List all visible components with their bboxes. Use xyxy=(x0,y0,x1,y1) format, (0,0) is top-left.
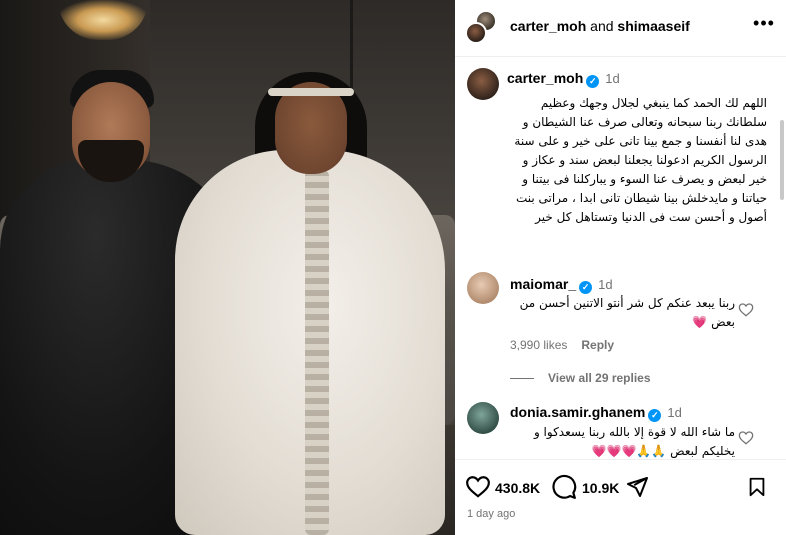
comment-username[interactable]: maiomar_ xyxy=(510,276,576,292)
comments-scrollbar[interactable] xyxy=(780,120,784,200)
comments-list[interactable]: carter_moh ✓ 1d اللهم لك الحمد كما ينبغي ل… xyxy=(455,58,786,459)
comment-meta: 3,990 likes Reply xyxy=(510,338,614,352)
likes-count[interactable]: 430.8K xyxy=(495,480,540,496)
replies-line xyxy=(510,378,534,380)
save-bookmark-icon[interactable] xyxy=(746,474,768,500)
comment-author: maiomar_ ✓ 1d xyxy=(510,276,613,294)
photo-dress-trim xyxy=(305,170,329,535)
comment-likes[interactable]: 3,990 likes xyxy=(510,338,567,352)
comment-username[interactable]: donia.samir.ghanem xyxy=(510,404,645,420)
share-paper-plane-icon[interactable] xyxy=(625,474,649,500)
post-side-panel: carter_moh and shimaaseif ••• carter_moh… xyxy=(455,0,786,535)
comment-bubble-icon[interactable] xyxy=(551,474,577,500)
collab-avatars[interactable] xyxy=(465,10,497,44)
comment-text: ما شاء الله لا قوة إلا بالله ربنا يسعدكو… xyxy=(533,425,735,458)
avatar[interactable] xyxy=(467,402,499,434)
reply-button[interactable]: Reply xyxy=(581,338,614,352)
author-link[interactable]: shimaaseif xyxy=(617,18,689,34)
verified-badge-icon: ✓ xyxy=(579,281,593,294)
view-replies-label[interactable]: View all 29 replies xyxy=(548,371,651,385)
comment-time[interactable]: 1d xyxy=(598,277,612,292)
view-replies-button[interactable]: View all 29 replies xyxy=(510,371,651,385)
avatar[interactable] xyxy=(467,68,499,100)
post-authors: carter_moh and shimaaseif xyxy=(510,18,690,34)
like-comment-heart-icon[interactable] xyxy=(738,430,754,446)
caption-time[interactable]: 1d xyxy=(605,71,619,86)
post-actions: 430.8K 10.9K 1 day ago xyxy=(455,459,786,535)
photo-headband xyxy=(268,88,354,96)
post-header: carter_moh and shimaaseif ••• xyxy=(455,0,786,57)
like-comment-heart-icon[interactable] xyxy=(738,302,754,318)
more-options-button[interactable]: ••• xyxy=(752,14,776,38)
like-heart-icon[interactable] xyxy=(465,474,491,500)
comments-count[interactable]: 10.9K xyxy=(582,480,619,496)
comment-text: ربنا يبعد عنكم كل شر أنتو الاتنين أحسن م… xyxy=(519,296,735,329)
post-timestamp[interactable]: 1 day ago xyxy=(467,508,515,520)
author-link[interactable]: carter_moh xyxy=(510,18,586,34)
caption-author: carter_moh ✓ 1d xyxy=(507,70,620,88)
caption-username[interactable]: carter_moh xyxy=(507,70,583,86)
verified-badge-icon: ✓ xyxy=(648,409,662,422)
avatar[interactable] xyxy=(467,272,499,304)
verified-badge-icon: ✓ xyxy=(586,75,600,88)
avatar[interactable] xyxy=(465,22,487,44)
comment-author: donia.samir.ghanem ✓ 1d xyxy=(510,404,682,422)
post-photo[interactable] xyxy=(0,0,455,535)
caption-text: اللهم لك الحمد كما ينبغي لجلال وجهك وعظي… xyxy=(514,96,767,224)
authors-joiner: and xyxy=(586,18,618,34)
comment-time[interactable]: 1d xyxy=(667,405,681,420)
